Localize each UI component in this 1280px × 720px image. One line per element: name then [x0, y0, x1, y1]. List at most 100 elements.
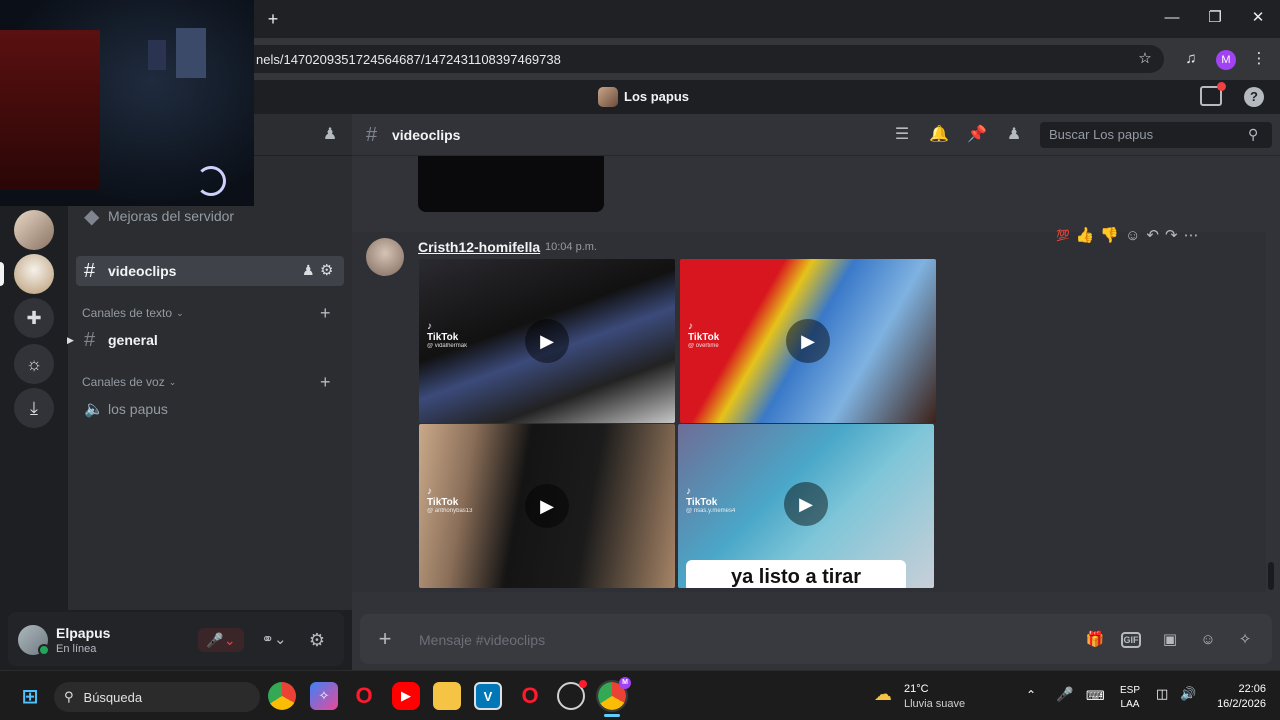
chrome-taskbar-icon[interactable]	[268, 682, 296, 710]
video-attachment-3[interactable]: ♪ TikTok @ anthonybas13 ▶	[419, 424, 675, 588]
message-author-name[interactable]: Cristh12-homifella	[418, 239, 540, 255]
profile-avatar[interactable]: M	[1216, 50, 1236, 70]
username[interactable]: Elpapus	[56, 625, 110, 641]
category-label: Canales de texto	[82, 306, 173, 320]
play-icon[interactable]: ▶	[525, 319, 569, 363]
download-icon[interactable]: ⤓	[14, 388, 54, 428]
weather-icon[interactable]: ☁	[874, 684, 892, 705]
user-settings-icon[interactable]: ⚙	[304, 628, 330, 652]
copilot-taskbar-icon[interactable]: ✧	[310, 682, 338, 710]
server-title: Los papus	[624, 89, 690, 104]
create-voice-channel-icon[interactable]: +	[320, 372, 331, 393]
forward-icon[interactable]: ↷	[1165, 226, 1178, 244]
notification-bell-icon[interactable]: 🔔	[927, 124, 951, 146]
clock-time[interactable]: 22:06	[1210, 683, 1266, 695]
headset-icon[interactable]: ⚭⌄	[252, 628, 296, 652]
inbox-icon[interactable]	[1200, 82, 1226, 106]
thumbs-up-icon[interactable]: 👍	[1076, 226, 1095, 244]
gift-icon[interactable]: 🎁	[1083, 628, 1107, 652]
channel-settings-icon[interactable]: ⚙	[320, 261, 333, 279]
add-reaction-icon[interactable]: ☺	[1125, 227, 1140, 244]
active-app-indicator	[604, 714, 620, 717]
browser-menu-icon[interactable]: ⋮	[1248, 48, 1270, 70]
opera-gx-taskbar-icon[interactable]: O	[516, 682, 544, 710]
chat-scrollbar-thumb[interactable]	[1268, 562, 1274, 590]
taskbar-search[interactable]: ⚲ Búsqueda	[54, 682, 260, 712]
sticker-icon[interactable]: ▣	[1158, 628, 1182, 652]
attach-plus-icon[interactable]: +	[372, 626, 398, 652]
webcam-overlay	[0, 0, 254, 206]
input-language[interactable]: ESP LAA	[1120, 684, 1140, 712]
url-text[interactable]: nels/1470209351724564687/147243110839746…	[256, 52, 561, 67]
weather-desc[interactable]: Lluvia suave	[904, 698, 965, 710]
hash-icon: #	[84, 259, 96, 282]
webcam-ring-light	[196, 166, 226, 196]
file-explorer-icon[interactable]	[433, 682, 461, 710]
chrome-profile-taskbar-icon[interactable]: M	[596, 677, 631, 712]
create-invite-icon[interactable]: ♟	[302, 262, 315, 279]
pin-icon[interactable]: 📌	[965, 124, 989, 146]
video-attachment-1[interactable]: ♪ TikTok @ vidalhermak ▶	[419, 259, 675, 423]
opera-taskbar-icon[interactable]: O	[350, 682, 378, 710]
boost-icon: ◆	[84, 205, 100, 228]
volume-icon[interactable]: 🔊	[1180, 686, 1196, 702]
hash-icon: #	[366, 124, 378, 146]
weather-temp[interactable]: 21°C	[904, 683, 929, 695]
windows-start-icon[interactable]: ⊞	[16, 682, 44, 710]
create-text-channel-icon[interactable]: +	[320, 303, 331, 324]
taskbar-search-label: Búsqueda	[83, 689, 143, 705]
tray-chevron-up-icon[interactable]: ⌃	[1026, 688, 1036, 702]
explore-icon[interactable]: ☼	[14, 344, 54, 384]
network-icon[interactable]: ◫	[1156, 686, 1168, 702]
sidebar-item-general[interactable]: # general	[76, 325, 344, 355]
sidebar-item-los-papus-voice[interactable]: 🔈 los papus	[76, 394, 344, 424]
close-icon[interactable]: ✕	[1246, 8, 1270, 28]
reply-icon[interactable]: ↶	[1146, 226, 1159, 244]
media-queue-icon[interactable]: ♫	[1180, 48, 1202, 70]
channel-title: videoclips	[392, 127, 461, 143]
previous-video-thumbnail[interactable]	[418, 156, 604, 212]
search-input[interactable]: Buscar Los papus	[1040, 122, 1272, 148]
webcam-poster	[176, 28, 206, 78]
channel-label: los papus	[108, 401, 168, 417]
server-avatar-1[interactable]	[14, 210, 54, 250]
online-status-dot	[38, 644, 50, 656]
video-attachment-2[interactable]: ♪ TikTok @ overtime ▶	[680, 259, 936, 423]
obs-taskbar-icon[interactable]	[557, 680, 587, 710]
help-icon[interactable]: ?	[1244, 87, 1264, 107]
message-author-avatar[interactable]	[366, 238, 404, 276]
emoji-icon[interactable]: ☺	[1196, 628, 1220, 652]
play-icon[interactable]: ▶	[786, 319, 830, 363]
clock-date[interactable]: 16/2/2026	[1206, 698, 1266, 710]
category-text-channels[interactable]: Canales de texto ⌄	[82, 306, 184, 320]
more-options-icon[interactable]: ⋯	[1184, 226, 1199, 244]
mute-mic-button[interactable]: 🎤⌄	[198, 628, 244, 652]
bookmark-star-icon[interactable]: ☆	[1134, 48, 1156, 70]
message-actions-toolbar: 💯 👍 👎 ☺ ↶ ↷ ⋯	[1056, 222, 1256, 248]
play-icon[interactable]: ▶	[525, 484, 569, 528]
sidebar-item-videoclips[interactable]: # videoclips ♟ ⚙	[76, 256, 344, 286]
restore-icon[interactable]: ❐	[1203, 8, 1227, 28]
add-server-icon[interactable]: ✚	[14, 298, 54, 338]
minimize-icon[interactable]: —	[1160, 8, 1184, 28]
gif-picker-button[interactable]: GIF	[1121, 632, 1141, 648]
invite-people-icon[interactable]: ♟	[318, 124, 342, 146]
category-voice-channels[interactable]: Canales de voz ⌄	[82, 375, 176, 389]
keyboard-icon[interactable]: ⌨	[1086, 688, 1105, 704]
user-status: En línea	[56, 643, 97, 655]
new-tab-button[interactable]: +	[262, 8, 284, 30]
thumbs-down-icon[interactable]: 👎	[1100, 226, 1119, 244]
apps-icon[interactable]: ✧	[1233, 628, 1257, 652]
microphone-icon[interactable]: 🎤	[1056, 686, 1073, 703]
play-icon[interactable]: ▶	[784, 482, 828, 526]
server-avatar-los-papus[interactable]	[14, 254, 54, 294]
threads-icon[interactable]: ☰	[890, 124, 914, 146]
webcam-curtain	[0, 30, 100, 190]
youtube-taskbar-icon[interactable]: ▶	[392, 682, 420, 710]
message-input[interactable]: Mensaje #videoclips	[419, 632, 545, 648]
video-attachment-4[interactable]: ♪ TikTok @ risas.y.memes4 ▶ ya listo a tir…	[678, 424, 934, 588]
chevron-down-icon: ⌄	[168, 376, 177, 387]
reaction-100-icon[interactable]: 💯	[1056, 229, 1070, 242]
member-list-icon[interactable]: ♟	[1002, 124, 1026, 146]
vegas-taskbar-icon[interactable]: V	[474, 682, 502, 710]
